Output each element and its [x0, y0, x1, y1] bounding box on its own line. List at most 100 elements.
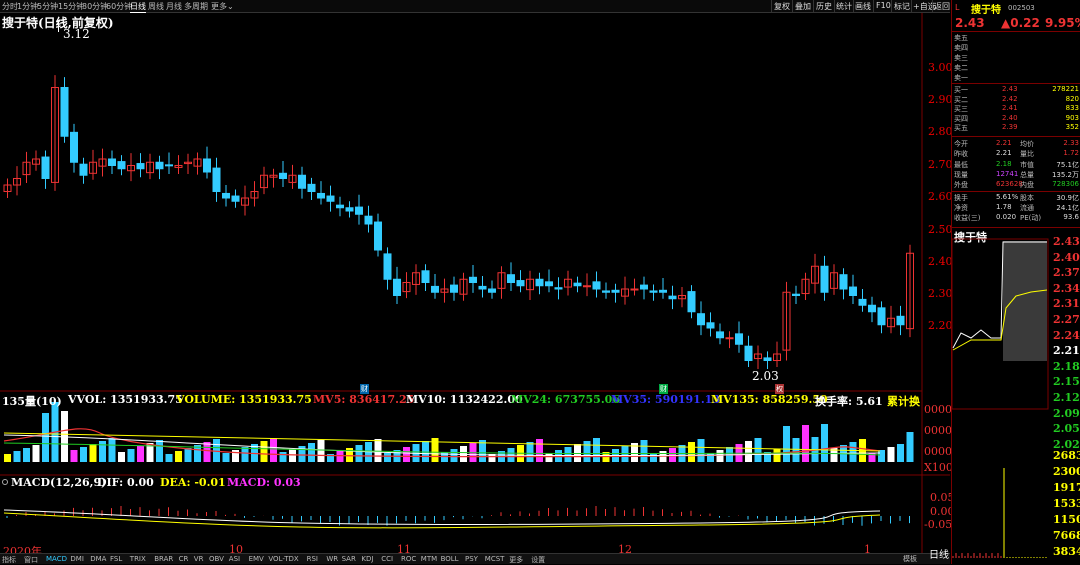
mini-volume-tick: 7668	[1053, 529, 1080, 542]
back-button[interactable]: 返回	[934, 1, 950, 12]
ask-row[interactable]: 卖五	[954, 33, 1079, 42]
macd-indicator-name[interactable]: MACD(12,26,9)	[11, 476, 106, 489]
mini-volume-tick: 19171	[1053, 481, 1080, 494]
draw-line-button[interactable]: 画线	[855, 1, 871, 12]
stat-label: 均价	[1020, 140, 1034, 148]
volume-bar	[802, 425, 809, 462]
candle-body	[839, 274, 848, 290]
intraday-mini-chart[interactable]	[951, 238, 1051, 564]
bid-row[interactable]: 买五 2.39 352	[954, 123, 1079, 132]
adjust-button[interactable]: 复权	[774, 1, 790, 12]
volume-bar	[4, 454, 11, 462]
indicator-tab-10[interactable]: OBV	[209, 555, 224, 563]
candle-body	[108, 158, 116, 166]
mini-volume-tick: 11502	[1053, 513, 1080, 526]
bid-row[interactable]: 买三 2.41 833	[954, 104, 1079, 113]
stat-row: 收益(三) 0.020 PE(动) 93.6	[954, 213, 1079, 222]
indicator-tab-12[interactable]: EMV	[249, 555, 264, 563]
mini-volume-tick: 23005	[1053, 465, 1080, 478]
indicator-tab-9[interactable]: VR	[194, 555, 204, 563]
indicator-tab-8[interactable]: CR	[179, 555, 189, 563]
indicator-tab-21[interactable]: BOLL	[441, 555, 459, 563]
indicator-tab-13[interactable]: VOL-TDX	[268, 555, 298, 563]
period-tab-1min[interactable]: 1分钟	[17, 1, 38, 12]
ask-row[interactable]: 卖四	[954, 43, 1079, 52]
stats-button[interactable]: 统计	[836, 1, 852, 12]
ask-label: 卖一	[954, 74, 968, 82]
indicator-tab-19[interactable]: ROC	[401, 555, 416, 563]
mini-price-tick: 2.12	[1053, 391, 1080, 404]
volume-indicator-name[interactable]: 135量(10)	[2, 393, 62, 409]
candle-body	[630, 288, 639, 291]
candle-body	[668, 295, 677, 300]
volume-bar	[99, 441, 106, 462]
indicator-tab-14[interactable]: RSI	[307, 555, 318, 563]
period-toolbar: 分时 1分钟 5分钟 15分钟 30分钟 60分钟 日线 周线 月线 多周期 更…	[0, 0, 950, 13]
bid-row[interactable]: 买一 2.43 278221	[954, 85, 1079, 94]
history-button[interactable]: 历史	[816, 1, 832, 12]
indicator-tab-4[interactable]: DMA	[90, 555, 106, 563]
ask-row[interactable]: 卖二	[954, 63, 1079, 72]
period-tab-multi[interactable]: 多周期	[184, 1, 208, 12]
stat-label: 外盘	[954, 181, 968, 190]
volume-bar	[23, 448, 30, 462]
macd-series	[3, 506, 910, 529]
bid-row[interactable]: 买二 2.42 820	[954, 95, 1079, 104]
limit-up-shade	[1003, 241, 1047, 361]
indicator-tab-5[interactable]: FSL	[110, 555, 122, 563]
indicator-settings-icon[interactable]	[2, 479, 8, 485]
period-tab-60min[interactable]: 60分钟	[106, 1, 132, 12]
volume-bar	[821, 424, 828, 462]
candle-body	[554, 287, 563, 290]
indicator-tab-22[interactable]: PSY	[465, 555, 478, 563]
bid-volume: 820	[1065, 94, 1079, 103]
candle-body	[640, 284, 648, 290]
indicator-tab-11[interactable]: ASI	[229, 555, 240, 563]
template-button[interactable]: 模板	[903, 554, 917, 564]
price-axis-tick: 2.20	[928, 319, 953, 332]
period-tab-intraday[interactable]: 分时	[2, 1, 18, 12]
indicator-tab-2[interactable]: MACD	[46, 555, 67, 563]
volume-axis-unit: X100	[924, 461, 953, 474]
indicator-tab-15[interactable]: WR	[326, 555, 338, 563]
volume-bar	[887, 447, 895, 462]
period-tab-30min[interactable]: 30分钟	[82, 1, 108, 12]
candle-body	[868, 304, 876, 313]
stock-code: 002503	[1008, 4, 1035, 12]
indicator-tab-18[interactable]: CCI	[381, 555, 393, 563]
macd-dea-value: DEA: -0.01	[160, 476, 226, 489]
period-tab-15min[interactable]: 15分钟	[58, 1, 84, 12]
indicator-tab-20[interactable]: MTM	[421, 555, 437, 563]
candle-body	[222, 192, 230, 199]
bid-label: 买一	[954, 86, 968, 94]
price-axis-tick: 2.90	[928, 93, 953, 106]
stat-row: 今开 2.21 均价 2.33	[954, 139, 1079, 148]
indicator-tab-6[interactable]: TRIX	[130, 555, 146, 563]
f10-button[interactable]: F10	[876, 1, 891, 10]
kline-chart-canvas[interactable]	[0, 13, 951, 553]
period-tab-weekly[interactable]: 周线	[148, 1, 164, 12]
indicator-tab-16[interactable]: SAR	[342, 555, 356, 563]
period-tab-monthly[interactable]: 月线	[166, 1, 182, 12]
stat-value: 2.33	[1063, 139, 1079, 147]
period-tab-more[interactable]: 更多⌄	[211, 1, 234, 12]
period-tab-daily[interactable]: 日线	[130, 1, 146, 13]
volume-axis-tick: 0000	[924, 424, 952, 437]
indicator-tab-7[interactable]: BRAR	[154, 555, 173, 563]
stat-label: 收益(三)	[954, 214, 981, 223]
period-tab-5min[interactable]: 5分钟	[37, 1, 58, 12]
indicator-tab-17[interactable]: KDJ	[361, 555, 373, 563]
candle-body	[155, 161, 164, 170]
stat-label: 换手	[954, 193, 968, 202]
volume-bar	[13, 451, 21, 462]
ask-row[interactable]: 卖三	[954, 53, 1079, 62]
mark-button[interactable]: 标记	[894, 1, 910, 12]
ask-row[interactable]: 卖一	[954, 73, 1079, 82]
indicator-tab-3[interactable]: DMI	[70, 555, 84, 563]
indicator-tab-23[interactable]: MCST	[485, 555, 505, 563]
volume-bar	[222, 453, 230, 462]
overlay-button[interactable]: 叠加	[795, 1, 811, 12]
candle-body	[744, 345, 753, 362]
bid-row[interactable]: 买四 2.40 903	[954, 114, 1079, 123]
volume-bar	[384, 453, 391, 462]
